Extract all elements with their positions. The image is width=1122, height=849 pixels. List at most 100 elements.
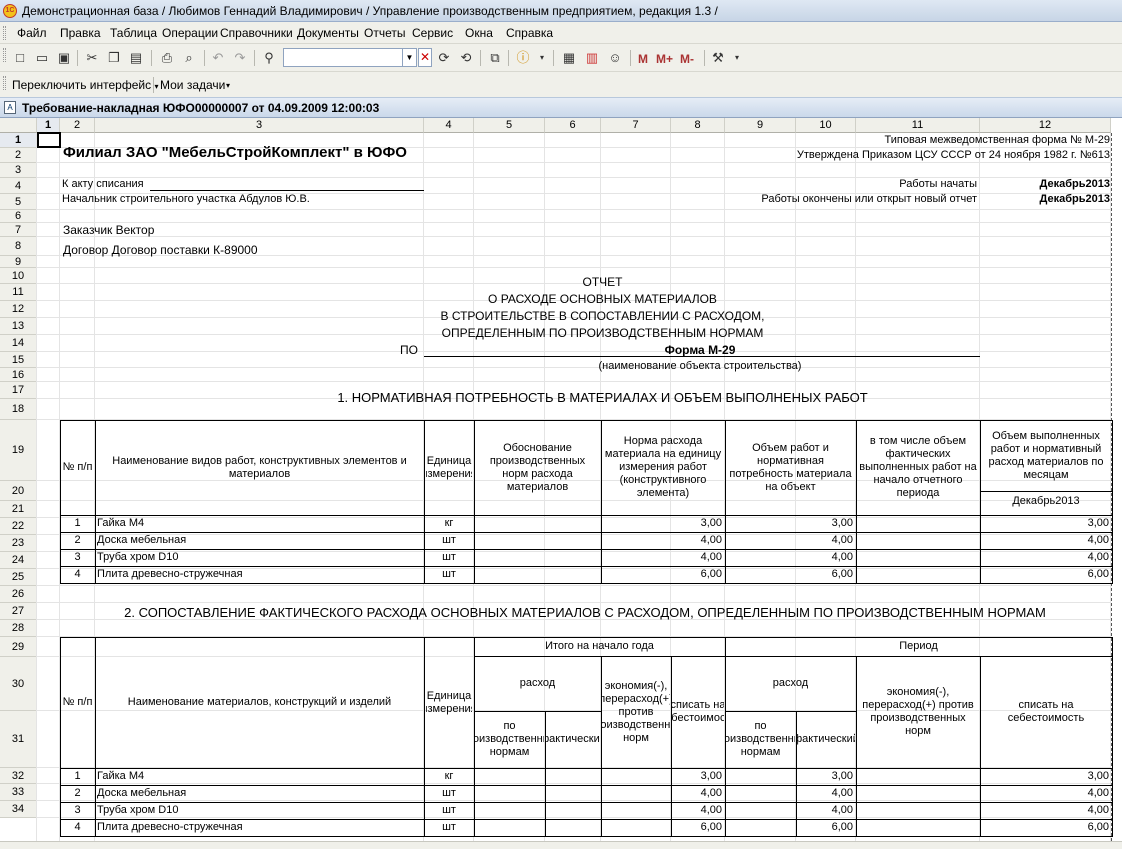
menu-grip-icon[interactable] (3, 26, 6, 40)
cut-icon[interactable]: ✂ (82, 48, 102, 68)
row-header[interactable]: 3 (0, 163, 37, 178)
column-header[interactable]: 4 (424, 118, 474, 133)
search-icon[interactable]: ⚲ (259, 48, 279, 68)
find-prev-icon[interactable]: ⟲ (456, 48, 476, 68)
row-header[interactable]: 19 (0, 420, 37, 481)
menu-catalogs[interactable]: Справочники (220, 26, 293, 40)
undo-icon[interactable]: ↶ (208, 48, 228, 68)
calendar-icon[interactable]: ▥ (582, 48, 602, 68)
column-header[interactable]: 1 (37, 118, 60, 133)
new-doc-icon[interactable]: □ (10, 48, 30, 68)
row-header[interactable]: 27 (0, 603, 37, 620)
menu-windows[interactable]: Окна (465, 26, 493, 40)
act-label: К акту списания (62, 178, 144, 190)
row-header[interactable]: 5 (0, 194, 37, 210)
menu-documents[interactable]: Документы (297, 26, 359, 40)
menu-help[interactable]: Справка (506, 26, 553, 40)
menu-table[interactable]: Таблица (110, 26, 157, 40)
my-tasks-dropdown-icon[interactable]: ▾ (226, 81, 230, 90)
tools-icon[interactable]: ⚒ (708, 48, 728, 68)
row-header[interactable]: 25 (0, 569, 37, 586)
column-header[interactable]: 7 (601, 118, 671, 133)
save-icon[interactable]: ▣ (54, 48, 74, 68)
info-icon[interactable]: ⓘ (513, 48, 533, 68)
row-header[interactable]: 29 (0, 637, 37, 657)
toolbar-separator (77, 50, 78, 66)
table-row-name: Гайка М4 (97, 517, 145, 529)
select-all-corner[interactable] (0, 118, 37, 133)
toolbar2-grip-icon[interactable] (3, 76, 6, 90)
paste-icon[interactable]: ▤ (126, 48, 146, 68)
search-dropdown-icon[interactable]: ▼ (403, 48, 417, 67)
search-clear-icon[interactable]: ✕ (418, 48, 432, 67)
row-header[interactable]: 21 (0, 501, 37, 518)
row-header[interactable]: 7 (0, 223, 37, 237)
row-header[interactable]: 6 (0, 210, 37, 223)
print-icon[interactable]: ⎙ (157, 48, 177, 68)
row-header[interactable]: 22 (0, 518, 37, 535)
memory-plus-button[interactable]: M+ (656, 52, 673, 66)
redo-icon[interactable]: ↷ (230, 48, 250, 68)
row-header[interactable]: 11 (0, 284, 37, 301)
row-header[interactable]: 28 (0, 620, 37, 637)
windows-icon[interactable]: ⧉ (485, 48, 505, 68)
row-header[interactable]: 20 (0, 481, 37, 501)
column-header[interactable]: 5 (474, 118, 545, 133)
column-header[interactable]: 10 (796, 118, 856, 133)
table-row-name: Плита древесно-стружечная (97, 821, 243, 833)
users-icon[interactable]: ☺ (605, 48, 625, 68)
row-header[interactable]: 4 (0, 178, 37, 194)
toolbar-grip-icon[interactable] (3, 48, 6, 62)
print-preview-icon[interactable]: ⌕ (179, 48, 199, 68)
table1-header-month: Декабрь2013 (1012, 495, 1080, 507)
copy-icon[interactable]: ❐ (104, 48, 124, 68)
column-header[interactable]: 2 (60, 118, 95, 133)
row-header[interactable]: 30 (0, 657, 37, 711)
info-dropdown-icon[interactable]: ▾ (532, 48, 552, 68)
row-header[interactable]: 9 (0, 256, 37, 268)
menu-service[interactable]: Сервис (412, 26, 453, 40)
row-header[interactable]: 24 (0, 552, 37, 569)
row-header[interactable]: 8 (0, 237, 37, 256)
row-header[interactable]: 17 (0, 382, 37, 399)
memory-minus-button[interactable]: M- (680, 52, 694, 66)
open-folder-icon[interactable]: ▭ (32, 48, 52, 68)
find-next-icon[interactable]: ⟳ (434, 48, 454, 68)
row-header[interactable]: 12 (0, 301, 37, 318)
row-header[interactable]: 33 (0, 784, 37, 801)
tools-dropdown-icon[interactable]: ▾ (727, 48, 747, 68)
row-header[interactable]: 15 (0, 352, 37, 368)
column-header[interactable]: 3 (95, 118, 424, 133)
chevron-down-icon: ▾ (154, 82, 159, 91)
row-header[interactable]: 26 (0, 586, 37, 603)
my-tasks-button[interactable]: Мои задачи (160, 78, 225, 92)
active-cell[interactable] (37, 132, 61, 148)
row-header[interactable]: 34 (0, 801, 37, 818)
row-header[interactable]: 1 (0, 133, 37, 148)
menu-operations[interactable]: Операции (162, 26, 218, 40)
table-cell-border (545, 802, 602, 820)
row-header[interactable]: 32 (0, 768, 37, 784)
switch-interface-button[interactable]: Переключить интерфейс ▾ (12, 78, 158, 92)
row-header[interactable]: 10 (0, 268, 37, 284)
column-header[interactable]: 9 (725, 118, 796, 133)
row-header[interactable]: 16 (0, 368, 37, 382)
row-header[interactable]: 18 (0, 399, 37, 420)
column-header[interactable]: 8 (671, 118, 725, 133)
spreadsheet[interactable]: 1 2 3 4 5 6 7 8 9 10 11 12 1 2 3 4 5 6 7 8 9 10 11 12 13 14 15 16 17… (0, 118, 1122, 841)
row-header[interactable]: 31 (0, 711, 37, 768)
menu-file[interactable]: Файл (17, 26, 47, 40)
row-header[interactable]: 23 (0, 535, 37, 552)
row-header[interactable]: 14 (0, 335, 37, 352)
menu-reports[interactable]: Отчеты (364, 26, 405, 40)
grid-line (37, 209, 1111, 210)
search-input[interactable] (283, 48, 403, 67)
calculator-icon[interactable]: ▦ (559, 48, 579, 68)
column-header[interactable]: 6 (545, 118, 601, 133)
column-header[interactable]: 12 (980, 118, 1111, 133)
row-header[interactable]: 2 (0, 148, 37, 163)
row-header[interactable]: 13 (0, 318, 37, 335)
menu-edit[interactable]: Правка (60, 26, 101, 40)
column-header[interactable]: 11 (856, 118, 980, 133)
memory-button[interactable]: M (638, 52, 648, 66)
